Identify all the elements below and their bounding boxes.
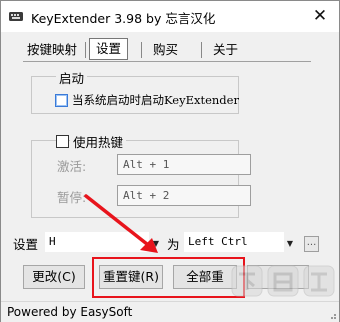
as-label: 为 [167, 237, 180, 252]
tab-buy[interactable]: 购买 [147, 40, 184, 60]
tab-label: 按键映射 [27, 42, 78, 57]
chevron-down-icon[interactable]: ▼ [285, 234, 295, 254]
target-key-select[interactable]: Left Ctrl [184, 232, 284, 252]
xiazaiba-watermark-logo [231, 265, 335, 297]
change-button[interactable]: 更改(C) [23, 265, 85, 289]
tab-separator [85, 42, 86, 58]
hotkey-checkbox-label[interactable]: 使用热键 [70, 132, 127, 151]
activate-hotkey-field[interactable]: Alt + 1 [117, 154, 251, 175]
window-title: KeyExtender 3.98 by 忘言汉化 [31, 11, 216, 26]
tab-settings[interactable]: 设置 [89, 38, 129, 60]
title-bar[interactable]: KeyExtender 3.98 by 忘言汉化 ✕ [1, 1, 339, 32]
keyboard-app-icon [9, 12, 23, 21]
tab-label: 购买 [153, 42, 179, 57]
close-button[interactable]: ✕ [309, 6, 331, 26]
close-icon: ✕ [312, 6, 328, 26]
startup-group-label: 启动 [56, 68, 88, 87]
tab-label: 设置 [96, 41, 122, 56]
set-label: 设置 [13, 237, 39, 252]
tab-separator [201, 42, 202, 58]
settings-tab-page: 启动 当系统启动时启动KeyExtender 使用热键 激活: Alt + 1 … [23, 66, 251, 230]
startup-checkbox-label[interactable]: 当系统启动时启动KeyExtender [72, 92, 239, 108]
tab-divider [23, 61, 311, 62]
more-button[interactable]: ... [304, 236, 319, 252]
tab-key-mapping[interactable]: 按键映射 [21, 40, 83, 60]
pause-hotkey-field[interactable]: Alt + 2 [117, 185, 251, 206]
hotkey-checkbox[interactable] [56, 135, 69, 148]
status-text: Powered by EasySoft [7, 305, 133, 319]
tab-control: 按键映射 设置 购买 关于 启动 当系统启动时启动KeyExtender 使用热… [1, 32, 339, 227]
source-key-select[interactable]: H [45, 232, 149, 252]
startup-group: 启动 当系统启动时启动KeyExtender [31, 68, 239, 114]
tab-about[interactable]: 关于 [207, 40, 244, 60]
pause-label: 暂停: [57, 190, 87, 205]
activate-label: 激活: [57, 159, 87, 174]
startup-checkbox[interactable] [55, 94, 68, 107]
chevron-down-icon[interactable]: ▼ [151, 234, 161, 254]
tab-label: 关于 [213, 42, 239, 57]
hotkey-group: 使用热键 激活: Alt + 1 暂停: Alt + 2 [31, 132, 251, 218]
annotation-highlight-box [92, 257, 245, 298]
tab-separator [141, 42, 142, 58]
